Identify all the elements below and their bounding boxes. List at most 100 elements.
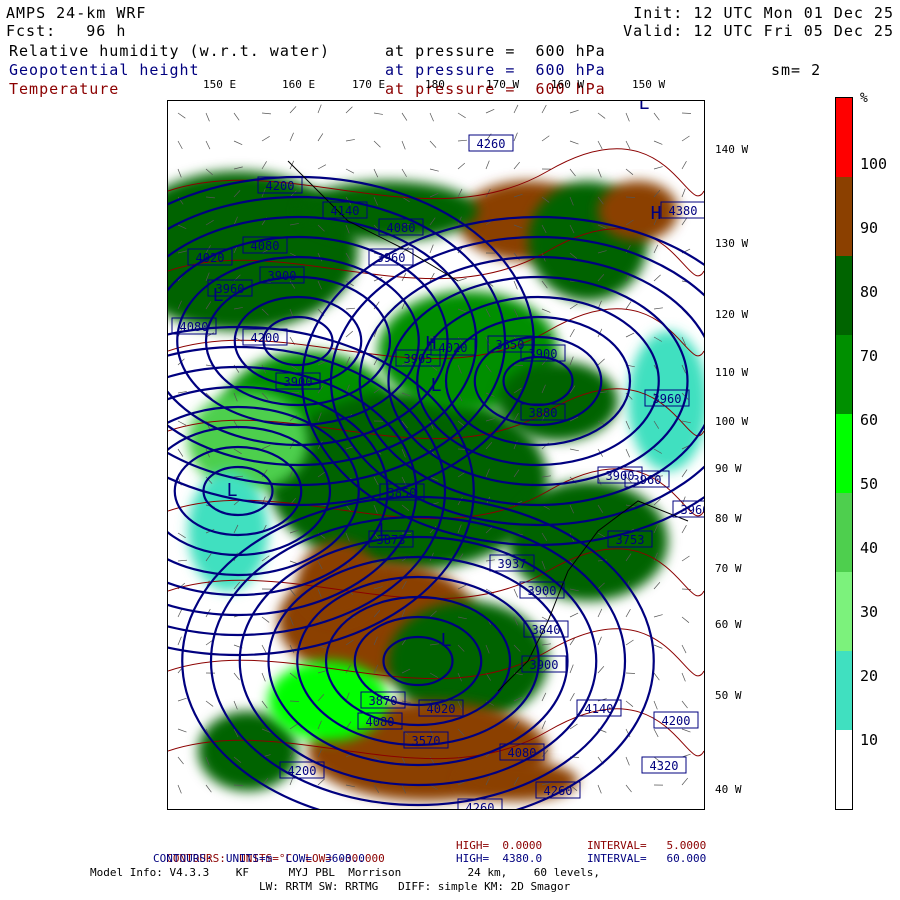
colorbar-tick: 30 xyxy=(860,603,879,621)
model-name: AMPS 24-km WRF xyxy=(6,4,147,22)
contour-label-text: 4080 xyxy=(366,715,395,729)
field-height-level: at pressure = 600 hPa xyxy=(385,61,606,79)
wind-barb xyxy=(625,672,636,674)
wind-barb xyxy=(177,420,187,426)
wind-barb xyxy=(653,672,660,681)
wind-barb xyxy=(625,700,634,707)
colorbar-tick: 20 xyxy=(860,667,879,685)
wind-barb xyxy=(177,784,182,794)
wind-barb xyxy=(653,166,663,170)
wind-barb xyxy=(597,608,603,618)
footer-temp-high: HIGH= 0.0000 xyxy=(456,839,543,852)
field-rh-name: Relative humidity (w.r.t. water) xyxy=(9,42,330,60)
contour-label-text: 3900 xyxy=(530,658,559,672)
wind-barb xyxy=(681,469,688,478)
wind-barb xyxy=(541,104,547,114)
colorbar-band xyxy=(836,414,852,493)
wind-barb xyxy=(653,581,661,590)
contour-label-text: 4140 xyxy=(585,702,614,716)
wind-barb xyxy=(653,307,663,310)
colorbar-tick: 100 xyxy=(860,155,888,173)
colorbar-tick: 50 xyxy=(860,475,879,493)
right-lon-label: 80 W xyxy=(715,512,742,525)
wind-barb xyxy=(569,693,575,702)
wind-barb xyxy=(625,168,634,175)
wind-barb xyxy=(569,140,579,145)
wind-barb xyxy=(205,140,211,150)
wind-barb xyxy=(653,614,663,618)
wind-barb xyxy=(597,665,605,674)
contour-label: 4260 xyxy=(468,134,514,152)
colorbar-tick: 60 xyxy=(860,411,879,429)
contour-label-text: 3960 xyxy=(377,251,406,265)
wind-barb xyxy=(177,168,182,178)
contour-label-text: 4200 xyxy=(662,714,691,728)
contour-label-text: 4140 xyxy=(331,204,360,218)
wind-barb xyxy=(261,135,270,142)
pressure-center-label: H xyxy=(651,203,662,224)
contour-label-text: 4080 xyxy=(508,746,537,760)
wind-barb xyxy=(653,644,663,649)
contour-label-text: 4080 xyxy=(180,320,209,334)
wind-barb xyxy=(233,166,243,170)
wind-barb xyxy=(373,140,381,148)
smoothing-label: sm= 2 xyxy=(771,61,822,79)
right-lon-label: 130 W xyxy=(715,237,749,250)
wind-barb xyxy=(485,160,490,170)
wind-barb xyxy=(569,303,578,310)
wind-barb xyxy=(681,112,692,114)
footer-height-high: HIGH= 4380.0 xyxy=(456,852,543,865)
wind-barb xyxy=(345,330,354,338)
wind-barb xyxy=(681,135,690,142)
wind-barb xyxy=(345,168,355,174)
contour-label-text: 4260 xyxy=(477,137,506,151)
wind-barb xyxy=(569,448,579,452)
contour-label-text: 3840 xyxy=(532,623,561,637)
wind-barb xyxy=(177,636,182,646)
top-lon-label: 160 E xyxy=(282,78,316,91)
contour-label-text: 3570 xyxy=(412,734,441,748)
pressure-center-label: L xyxy=(431,375,442,396)
wind-barb xyxy=(597,112,606,119)
colorbar-band xyxy=(836,177,852,256)
contour-label-text: 4200 xyxy=(288,764,317,778)
contour-label-text: 3905 xyxy=(404,352,433,366)
wind-barb xyxy=(625,112,630,122)
wind-barb xyxy=(205,112,210,122)
wind-barb xyxy=(625,756,630,766)
wind-barb xyxy=(401,168,407,177)
wind-barb xyxy=(653,244,659,254)
contour-label-text: 3900 xyxy=(529,347,558,361)
wind-barb xyxy=(177,728,187,733)
wind-barb xyxy=(345,106,353,114)
right-lon-label: 70 W xyxy=(715,562,742,575)
forecast-hour: Fcst: 96 h xyxy=(6,22,127,40)
contour-label-text: 4080 xyxy=(387,221,416,235)
wind-barb xyxy=(261,616,270,623)
right-lon-label: 120 W xyxy=(715,308,749,321)
pressure-center-label: H xyxy=(426,333,437,354)
wind-barb xyxy=(541,720,546,730)
contour-label: 3960 xyxy=(368,248,414,266)
wind-barb xyxy=(177,608,183,618)
wind-barb xyxy=(569,612,579,618)
contour-label-text: 4020 xyxy=(427,702,456,716)
contour-label-text: 3937 xyxy=(498,557,527,571)
wind-barb xyxy=(513,104,519,114)
right-lon-label: 50 W xyxy=(715,689,742,702)
wind-barb xyxy=(457,112,466,119)
wind-barb xyxy=(261,672,266,682)
wind-barb xyxy=(625,784,632,793)
wind-barb xyxy=(569,168,576,177)
wind-barb xyxy=(261,644,267,654)
wind-barb xyxy=(289,132,294,142)
wind-barb xyxy=(345,139,355,142)
wind-barb xyxy=(429,244,434,254)
map-canvas: 4260 4380 4080 4200 4140 4080 4020 3900 3960 3960… xyxy=(168,101,704,809)
wind-barb xyxy=(625,420,630,430)
wind-barb xyxy=(429,140,437,148)
wind-barb xyxy=(625,639,634,646)
wind-barb xyxy=(597,168,602,178)
contour-label-text: 3753 xyxy=(616,533,645,547)
wind-barb xyxy=(541,692,547,702)
